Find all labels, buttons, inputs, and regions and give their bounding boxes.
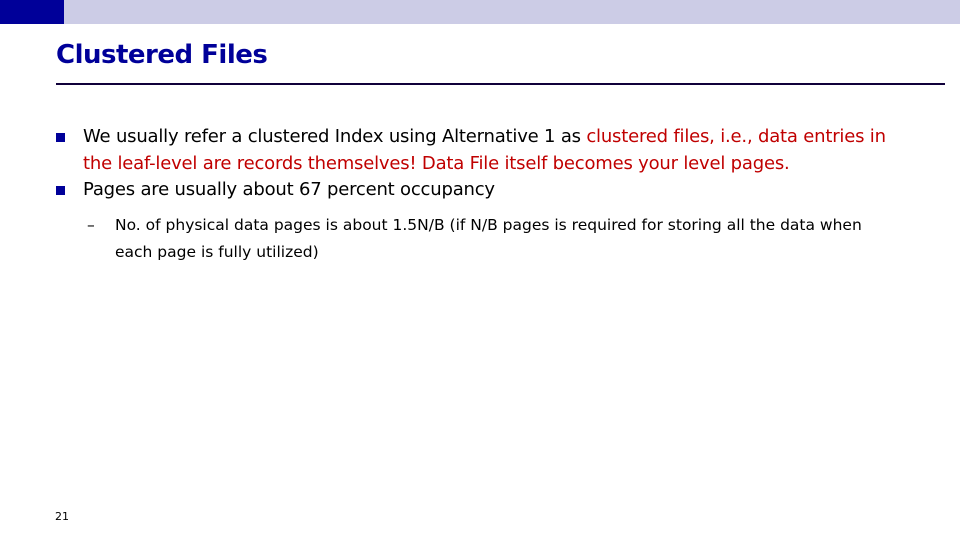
- square-bullet-icon: [56, 186, 65, 195]
- sub-bullet-item: – No. of physical data pages is about 1.…: [56, 212, 875, 266]
- sub-bullet-text: No. of physical data pages is about 1.5N…: [115, 215, 862, 261]
- dash-bullet-icon: –: [87, 215, 95, 234]
- page-number: 21: [55, 510, 69, 523]
- bullet-item: Pages are usually about 67 percent occup…: [56, 177, 896, 204]
- square-bullet-icon: [56, 133, 65, 142]
- bullet-text: Pages are usually about 67 percent occup…: [83, 179, 495, 200]
- bullet-item: We usually refer a clustered Index using…: [56, 124, 896, 177]
- title-divider: [56, 83, 945, 85]
- header-band: [0, 0, 960, 24]
- header-accent-block: [0, 0, 64, 24]
- bullet-text: We usually refer a clustered Index using…: [83, 126, 587, 147]
- slide-title: Clustered Files: [56, 40, 268, 70]
- slide-body: We usually refer a clustered Index using…: [56, 124, 896, 266]
